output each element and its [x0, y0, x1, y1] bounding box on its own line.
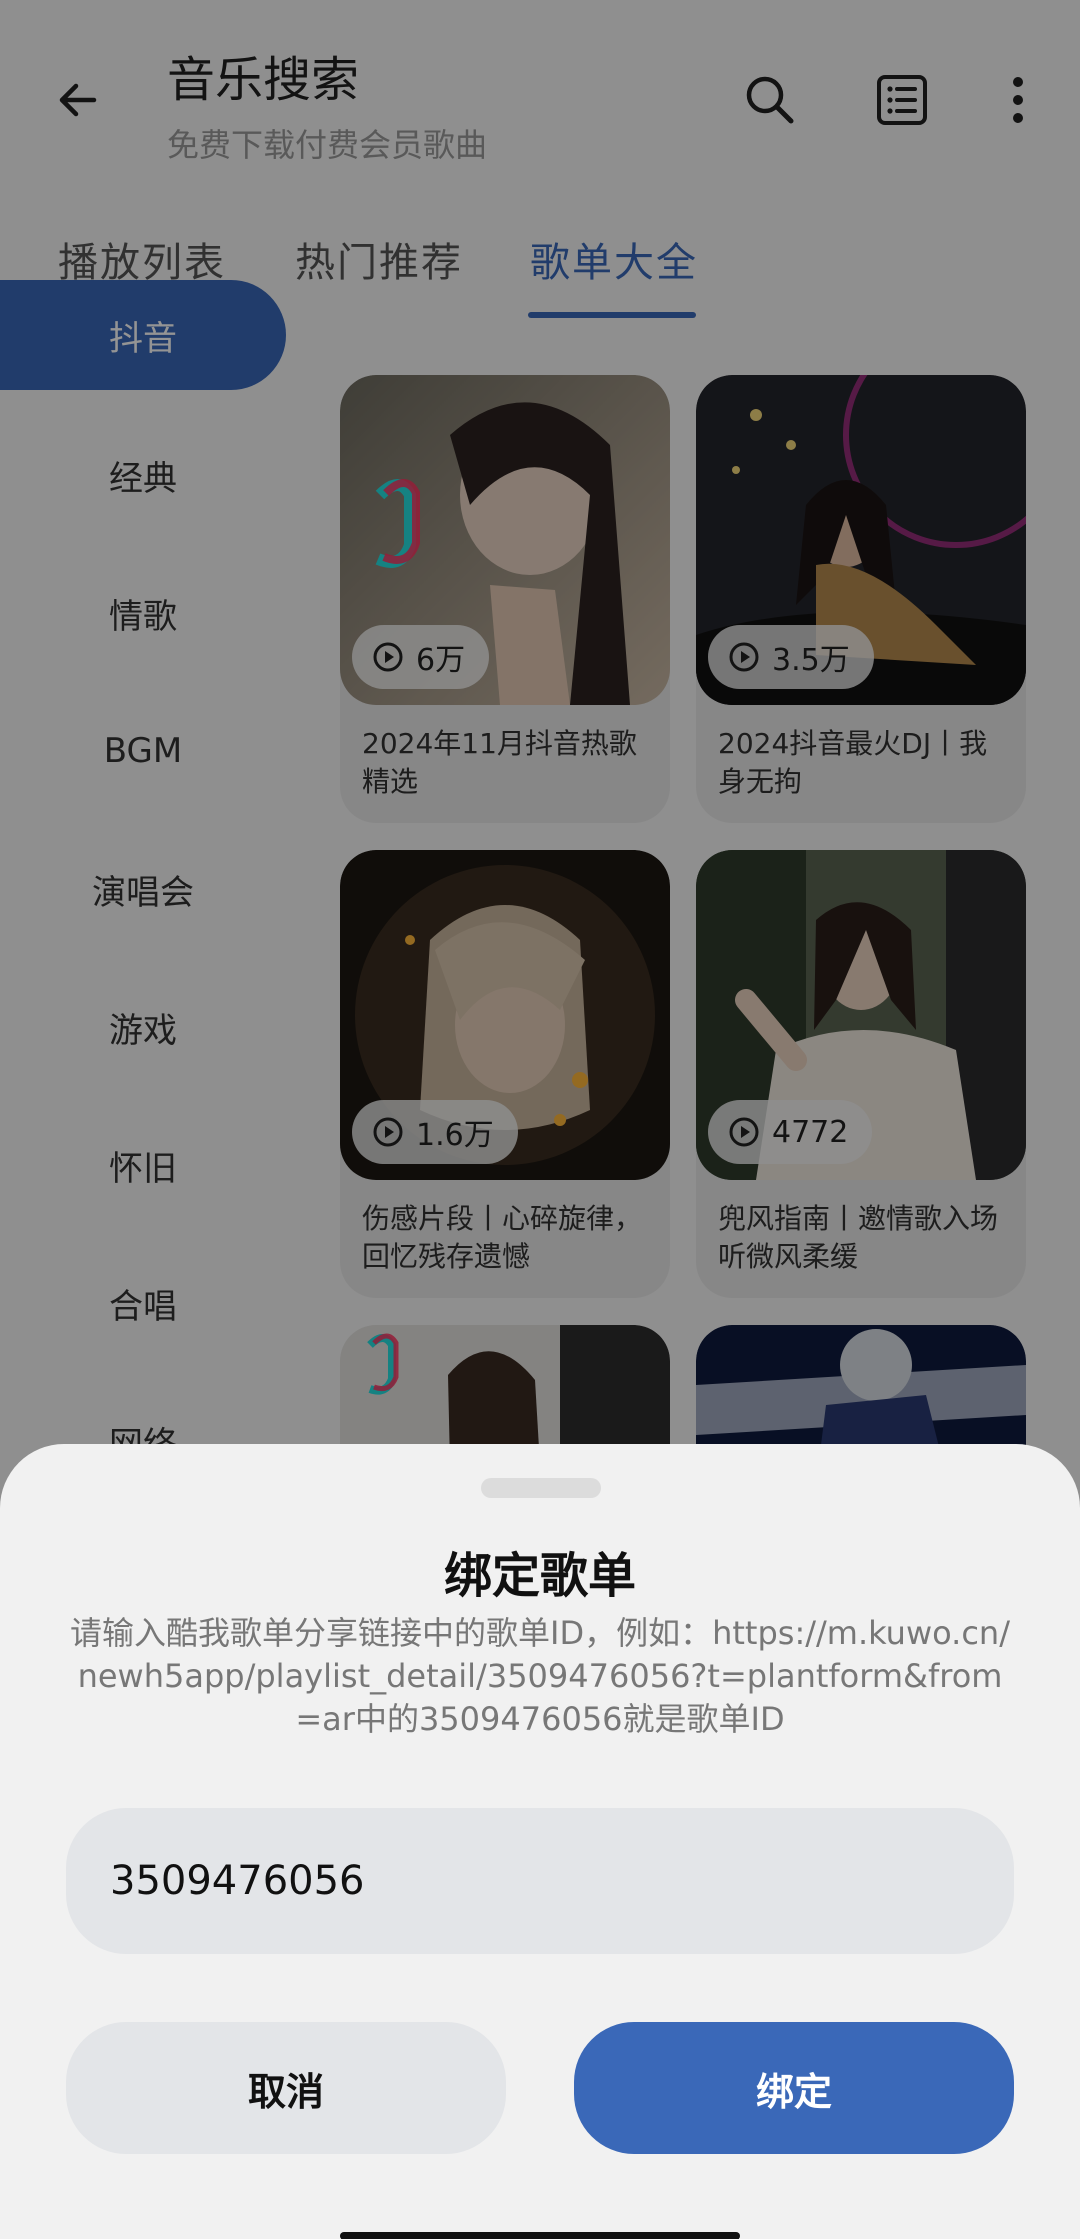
dialog-description: 请输入酷我歌单分享链接中的歌单ID，例如：https://m.kuwo.cn/n… [70, 1614, 1010, 1738]
bind-playlist-sheet: 绑定歌单 请输入酷我歌单分享链接中的歌单ID，例如：https://m.kuwo… [0, 1444, 1080, 2239]
drag-handle[interactable] [481, 1478, 601, 1498]
cancel-button[interactable]: 取消 [66, 2022, 506, 2154]
playlist-id-input[interactable]: 3509476056 [66, 1808, 1014, 1954]
home-indicator [340, 2232, 740, 2239]
app-root: 音乐搜索 免费下载付费会员歌曲 播放列表 热门推荐 歌单大全 抖音 经典 情歌 … [0, 0, 1080, 2239]
bind-button[interactable]: 绑定 [574, 2022, 1014, 2154]
dialog-title: 绑定歌单 [443, 1548, 636, 1604]
